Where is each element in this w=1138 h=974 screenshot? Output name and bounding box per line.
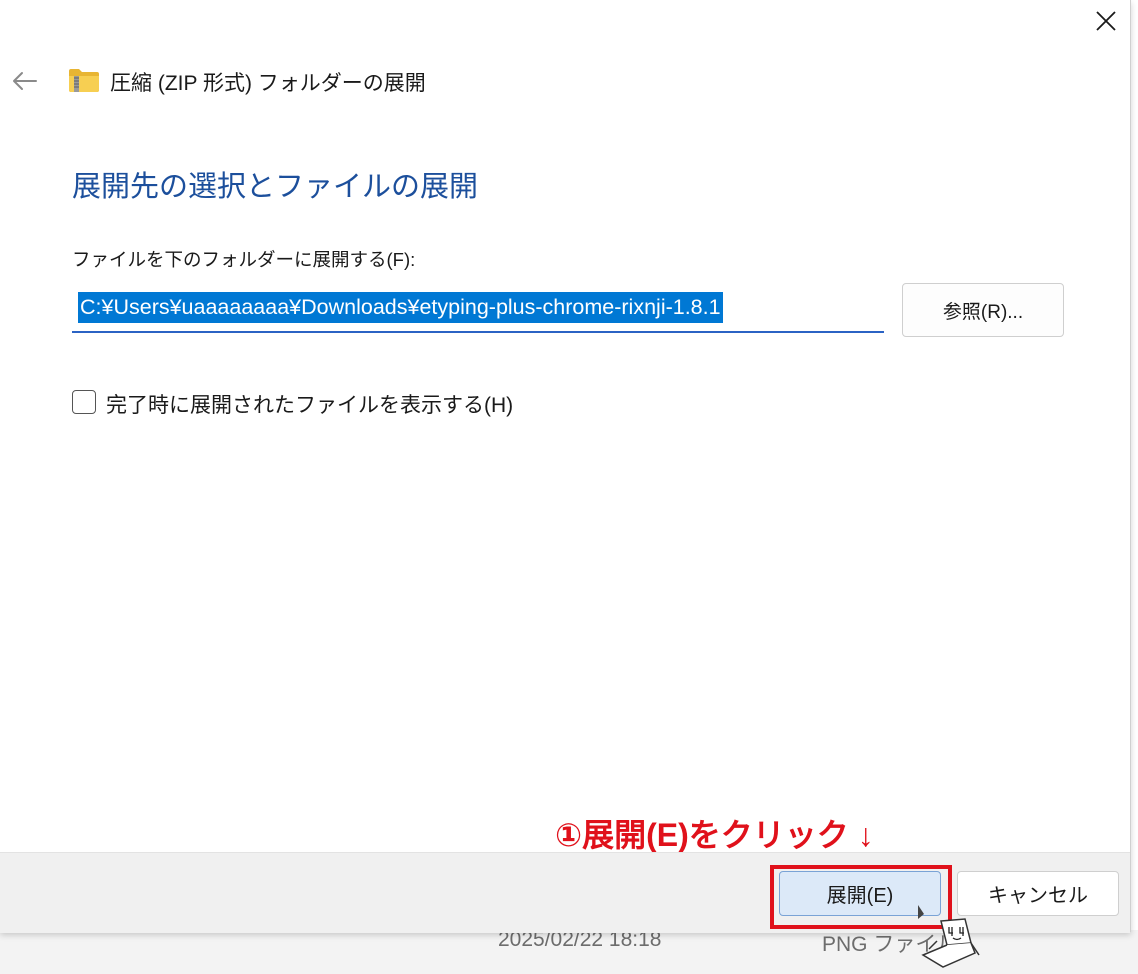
close-button[interactable] — [1082, 0, 1130, 42]
page-heading: 展開先の選択とファイルの展開 — [72, 171, 479, 203]
back-arrow-icon — [13, 72, 37, 90]
destination-path-input[interactable]: C:¥Users¥uaaaaaaaa¥Downloads¥etyping-plu… — [72, 285, 884, 333]
show-files-checkbox[interactable] — [72, 390, 96, 414]
dialog-title: 圧縮 (ZIP 形式) フォルダーの展開 — [110, 72, 426, 95]
back-button[interactable] — [6, 64, 42, 98]
destination-label: ファイルを下のフォルダーに展開する(F): — [72, 249, 416, 270]
destination-path-value: C:¥Users¥uaaaaaaaa¥Downloads¥etyping-plu… — [78, 292, 723, 323]
zip-folder-icon — [69, 69, 99, 92]
cursor-character-icon — [918, 905, 980, 968]
browse-button[interactable]: 参照(R)... — [902, 283, 1064, 337]
show-files-checkbox-label: 完了時に展開されたファイルを表示する(H) — [106, 394, 514, 417]
close-icon — [1096, 11, 1116, 31]
extract-dialog: 圧縮 (ZIP 形式) フォルダーの展開 展開先の選択とファイルの展開 ファイル… — [0, 0, 1131, 933]
instruction-annotation: ①展開(E)をクリック ↓ — [555, 817, 874, 853]
